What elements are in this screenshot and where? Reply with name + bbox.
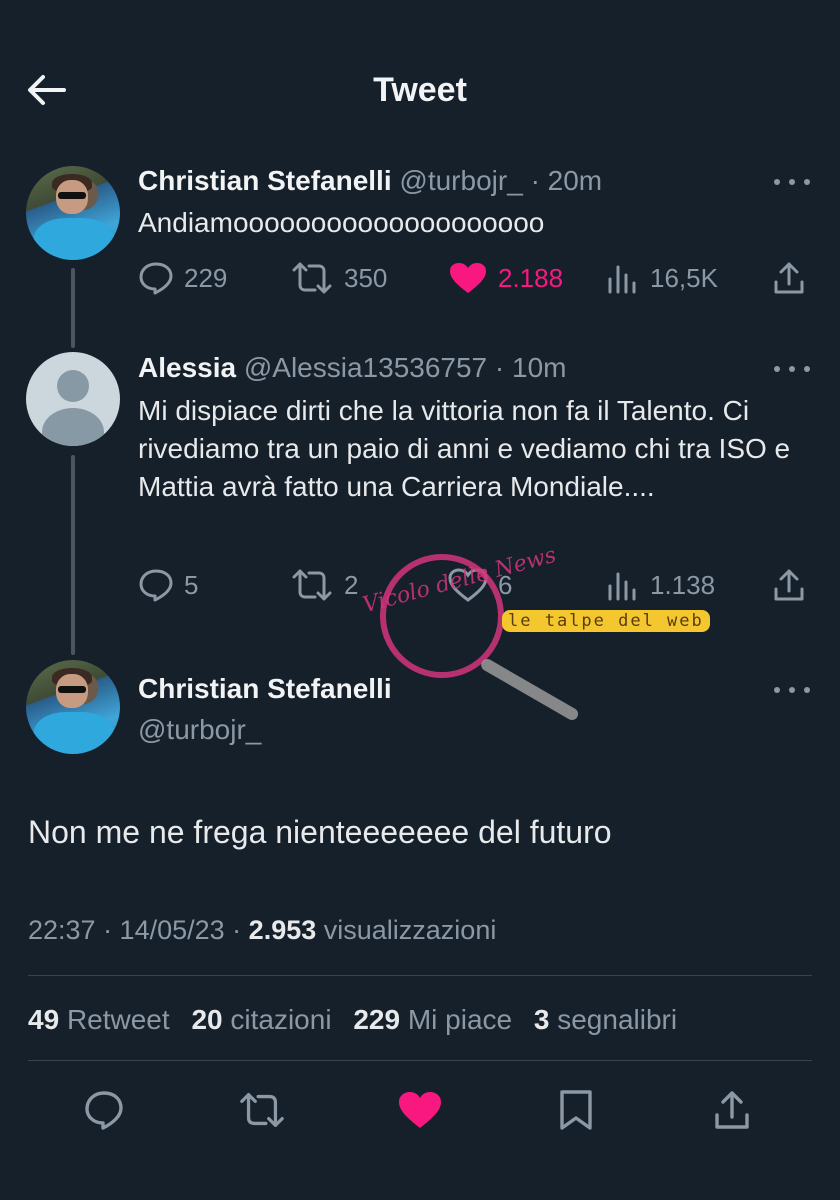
reply-icon	[85, 1091, 123, 1130]
more-icon[interactable]	[774, 172, 810, 192]
views-icon	[608, 265, 636, 294]
views-count: 16,5K	[650, 262, 718, 293]
retweet-icon	[292, 569, 332, 601]
tweet-actions: 5 2 6 1.138	[138, 565, 818, 605]
thread-line	[71, 268, 75, 348]
bookmark-button[interactable]	[552, 1086, 600, 1134]
views-button[interactable]: 1.138	[606, 565, 715, 605]
views-button[interactable]: 16,5K	[606, 258, 718, 298]
views-count: 2.953	[248, 915, 317, 945]
watermark-banner: le talpe del web	[502, 610, 710, 632]
tweet-time: · 10m	[494, 352, 567, 383]
reply-count: 229	[184, 262, 228, 293]
author-name[interactable]: Christian Stefanelli	[138, 671, 392, 707]
retweet-button[interactable]: 2	[290, 565, 358, 605]
engagement-stats: 49 Retweet 20 citazioni 229 Mi piace 3 s…	[28, 1000, 677, 1040]
author-name[interactable]: Christian Stefanelli	[138, 165, 392, 196]
page-title: Tweet	[373, 71, 467, 109]
retweet-icon	[240, 1093, 284, 1127]
bookmarks-stat[interactable]: 3 segnalibri	[534, 1004, 677, 1035]
reply-button[interactable]: 5	[138, 565, 198, 605]
retweet-icon	[292, 262, 332, 294]
tweet-header: Christian Stefanelli @turbojr_ · 20m	[138, 163, 602, 199]
tweet-meta: 22:37 · 14/05/23 · 2.953 visualizzazioni	[28, 910, 496, 950]
main-tweet-text: Non me ne frega nienteeeeeee del futuro	[28, 814, 612, 850]
share-icon	[774, 569, 804, 601]
views-count: 1.138	[650, 569, 716, 600]
like-button[interactable]	[396, 1086, 444, 1134]
retweet-button[interactable]	[238, 1086, 286, 1134]
divider	[28, 1060, 812, 1061]
share-icon	[715, 1091, 749, 1129]
avatar[interactable]	[26, 352, 120, 446]
likes-stat[interactable]: 229 Mi piace	[353, 1004, 512, 1035]
author-handle[interactable]: @turbojr_	[399, 165, 522, 196]
author-name[interactable]: Alessia	[138, 352, 236, 383]
thread-line	[71, 455, 75, 655]
main-tweet-actions	[0, 1082, 840, 1134]
like-button[interactable]: 6	[448, 565, 512, 605]
retweet-count: 350	[344, 262, 388, 293]
tweet-timestamp: 22:37 · 14/05/23 ·	[28, 915, 242, 945]
retweet-count: 2	[344, 569, 359, 600]
retweet-button[interactable]: 350	[290, 258, 387, 298]
share-button[interactable]	[772, 258, 816, 298]
reply-button[interactable]: 229	[138, 258, 227, 298]
avatar[interactable]	[26, 166, 120, 260]
tweet-time: · 20m	[530, 165, 603, 196]
like-icon	[399, 1092, 441, 1128]
more-icon[interactable]	[774, 359, 810, 379]
reply-icon	[139, 569, 173, 602]
reply-count: 5	[184, 569, 199, 600]
avatar[interactable]	[26, 660, 120, 754]
like-count: 6	[498, 569, 513, 600]
more-icon[interactable]	[774, 680, 810, 700]
quotes-stat[interactable]: 20 citazioni	[191, 1004, 331, 1035]
author-handle[interactable]: @turbojr_	[138, 712, 261, 748]
reply-button[interactable]	[80, 1086, 128, 1134]
author-handle[interactable]: @Alessia13536757	[244, 352, 487, 383]
retweets-stat[interactable]: 49 Retweet	[28, 1004, 170, 1035]
share-button[interactable]	[708, 1086, 756, 1134]
views-icon	[608, 572, 636, 601]
like-count: 2.188	[498, 262, 564, 293]
bookmark-icon	[560, 1090, 592, 1130]
like-icon	[450, 263, 486, 293]
top-bar: Tweet	[0, 0, 840, 170]
divider	[28, 975, 812, 976]
share-icon	[774, 262, 804, 294]
like-button[interactable]: 2.188	[448, 258, 563, 298]
like-icon	[448, 568, 488, 602]
tweet-header: Alessia @Alessia13536757 · 10m	[138, 350, 566, 386]
tweet-text: Mi dispiace dirti che la vittoria non fa…	[138, 395, 791, 502]
tweet-actions: 229 350 2.188 16,5K	[138, 258, 818, 298]
tweet-text: Andiamoooooooooooooooooooo	[138, 207, 545, 238]
reply-icon	[139, 262, 173, 295]
share-button[interactable]	[772, 565, 816, 605]
views-label: visualizzazioni	[323, 915, 497, 945]
